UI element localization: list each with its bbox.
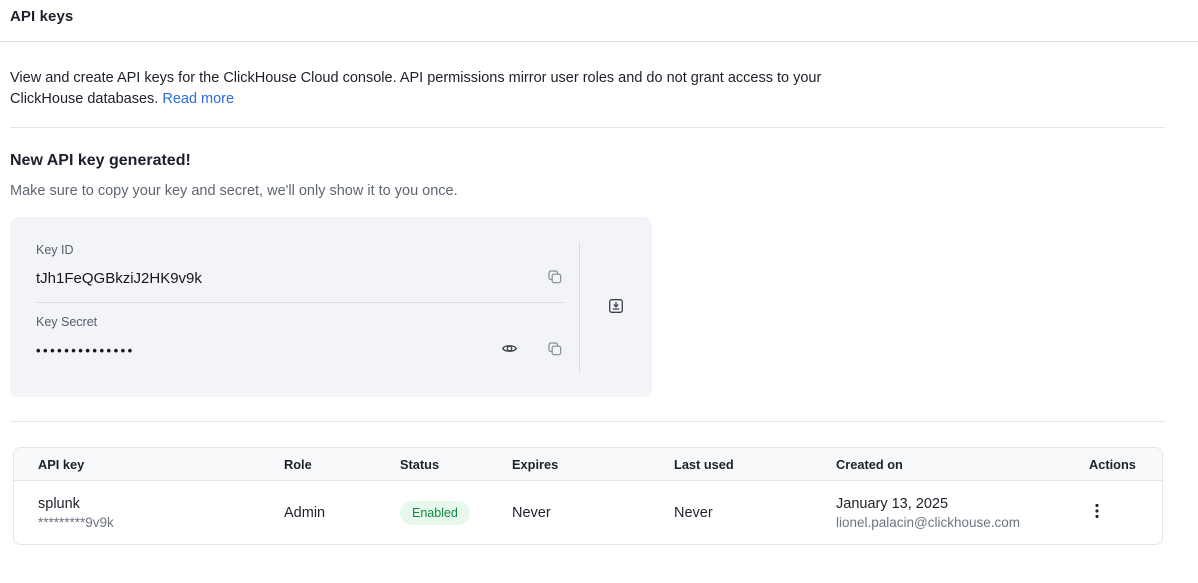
expires-cell: Never [488, 505, 650, 521]
created-date: January 13, 2025 [836, 496, 1041, 512]
section-divider [10, 127, 1165, 128]
key-card-fields: Key ID tJh1FeQGBkziJ2HK9v9k Key Secret •… [10, 217, 579, 397]
table-row: splunk *********9v9k Admin Enabled Never… [14, 481, 1162, 544]
kebab-menu-icon [1095, 507, 1099, 522]
column-header-expires: Expires [488, 457, 650, 472]
column-header-created-on: Created on [812, 457, 1065, 472]
actions-cell [1065, 499, 1162, 526]
column-header-role: Role [260, 457, 376, 472]
table-section-divider [10, 421, 1165, 422]
content-area: View and create API keys for the ClickHo… [10, 68, 1165, 545]
table-header-row: API key Role Status Expires Last used Cr… [14, 448, 1162, 481]
read-more-link[interactable]: Read more [162, 91, 234, 107]
copy-icon [546, 268, 563, 288]
status-cell: Enabled [376, 501, 488, 525]
key-card-side [580, 217, 652, 397]
header-divider [0, 41, 1198, 42]
new-key-banner-subtitle: Make sure to copy your key and secret, w… [10, 183, 1165, 199]
key-id-label: Key ID [36, 243, 565, 257]
eye-icon [501, 340, 518, 360]
key-secret-masked-value: •••••••••••••• [36, 343, 135, 358]
status-badge: Enabled [400, 501, 470, 525]
copy-secret-button[interactable] [544, 338, 565, 362]
key-secret-actions [499, 338, 565, 362]
page-description: View and create API keys for the ClickHo… [10, 68, 828, 110]
key-secret-row: •••••••••••••• [36, 339, 565, 361]
api-key-name: splunk [38, 496, 236, 512]
column-header-status: Status [376, 457, 488, 472]
page-title: API keys [10, 8, 1188, 25]
api-key-masked: *********9v9k [38, 515, 236, 530]
copy-key-id-button[interactable] [544, 266, 565, 290]
copy-icon [546, 340, 563, 360]
key-id-value: tJh1FeQGBkziJ2HK9v9k [36, 270, 202, 287]
api-key-cell: splunk *********9v9k [14, 496, 260, 530]
api-keys-table: API key Role Status Expires Last used Cr… [13, 447, 1163, 545]
download-key-button[interactable] [605, 295, 627, 320]
new-key-banner-title: New API key generated! [10, 152, 1165, 170]
description-text: View and create API keys for the ClickHo… [10, 70, 821, 107]
created-by-email: lionel.palacin@clickhouse.com [836, 515, 1041, 530]
generated-key-card: Key ID tJh1FeQGBkziJ2HK9v9k Key Secret •… [10, 217, 652, 397]
column-header-last-used: Last used [650, 457, 812, 472]
page-header: API keys [0, 0, 1198, 41]
last-used-cell: Never [650, 505, 812, 521]
column-header-actions: Actions [1065, 457, 1162, 472]
row-actions-menu-button[interactable] [1089, 499, 1105, 526]
key-card-inner-divider [36, 302, 565, 303]
role-cell: Admin [260, 505, 376, 521]
key-id-row: tJh1FeQGBkziJ2HK9v9k [36, 267, 565, 289]
created-on-cell: January 13, 2025 lionel.palacin@clickhou… [812, 496, 1065, 530]
download-icon [607, 297, 625, 318]
key-secret-label: Key Secret [36, 315, 565, 329]
reveal-secret-button[interactable] [499, 338, 520, 362]
column-header-api-key: API key [14, 457, 260, 472]
